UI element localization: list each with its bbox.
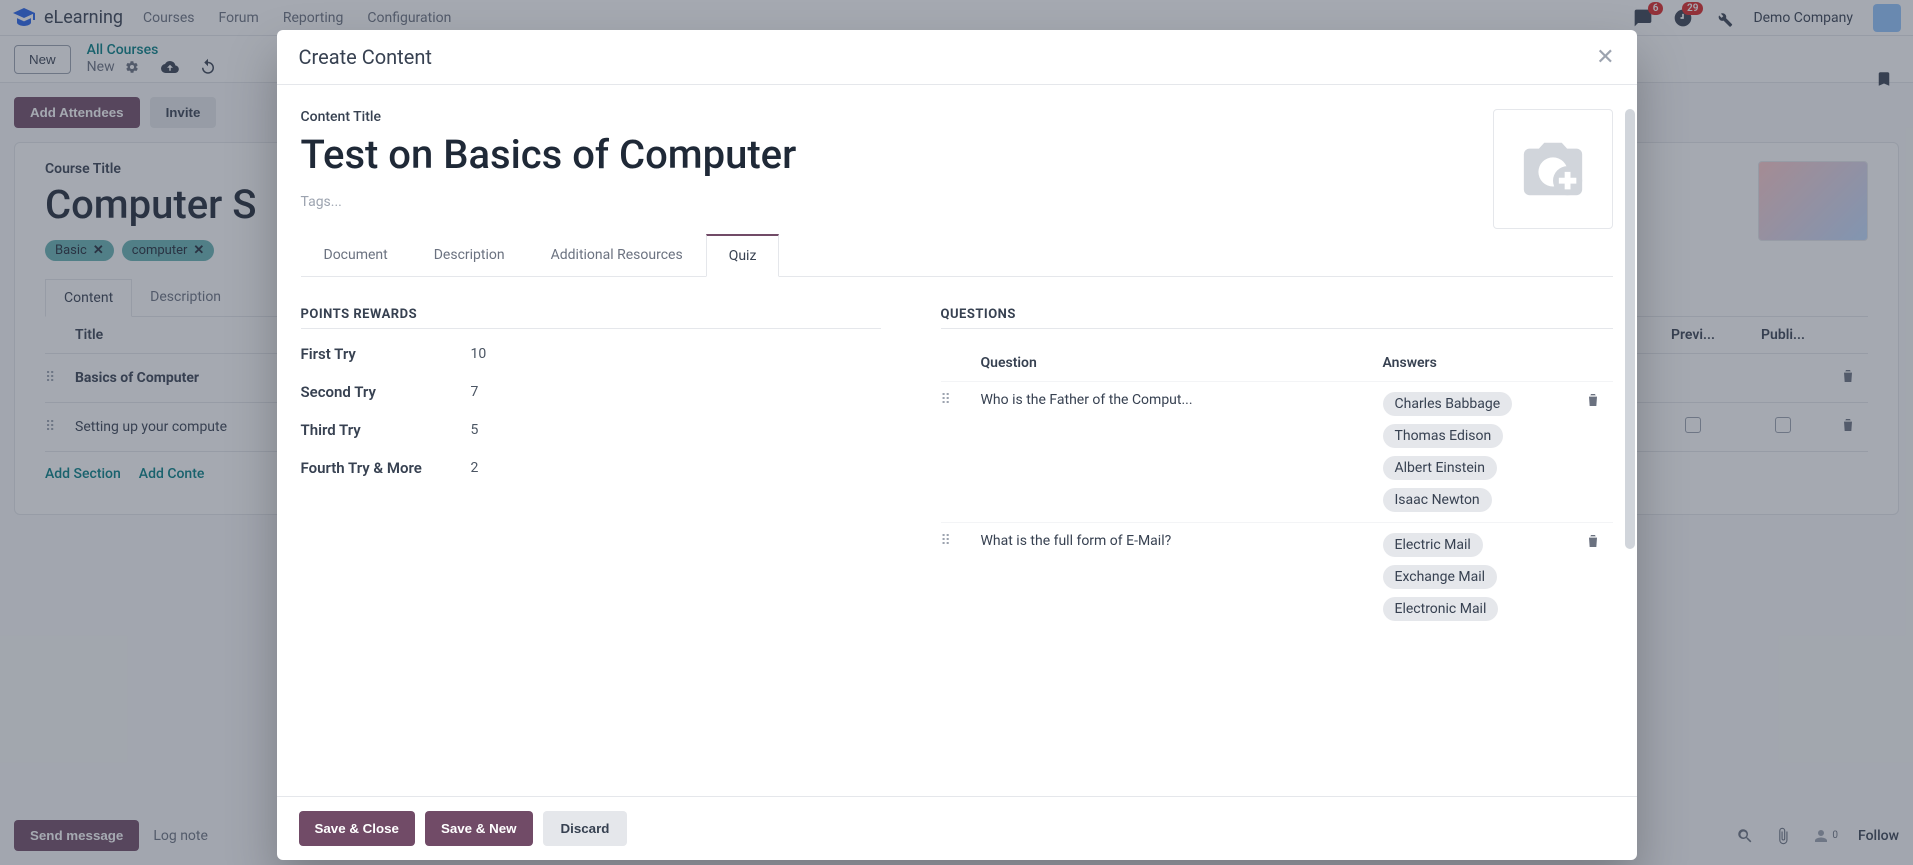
image-upload[interactable] bbox=[1493, 109, 1613, 229]
questions: QUESTIONS Question Answers ⠿ Who is the … bbox=[941, 307, 1613, 631]
fourth-try-input[interactable]: 2 bbox=[471, 460, 479, 476]
trash-icon[interactable] bbox=[1573, 392, 1613, 512]
answer-pill[interactable]: Isaac Newton bbox=[1383, 488, 1492, 512]
save-close-button[interactable]: Save & Close bbox=[299, 811, 415, 846]
answers-cell: Charles Babbage Thomas Edison Albert Ein… bbox=[1383, 392, 1573, 512]
scrollbar-thumb[interactable] bbox=[1625, 109, 1635, 549]
questions-header: Question Answers bbox=[941, 345, 1613, 381]
modal-tabs: Document Description Additional Resource… bbox=[301, 234, 1613, 277]
save-new-button[interactable]: Save & New bbox=[425, 811, 533, 846]
question-row[interactable]: ⠿ What is the full form of E-Mail? Elect… bbox=[941, 522, 1613, 631]
points-rewards: POINTS REWARDS First Try 10 Second Try 7… bbox=[301, 307, 881, 631]
modal-header: Create Content ✕ bbox=[277, 30, 1637, 85]
col-answers: Answers bbox=[1383, 355, 1573, 371]
answer-pill[interactable]: Charles Babbage bbox=[1383, 392, 1513, 416]
tab-description[interactable]: Description bbox=[411, 234, 528, 276]
questions-section-title: QUESTIONS bbox=[941, 307, 1613, 329]
drag-handle-icon[interactable]: ⠿ bbox=[941, 533, 981, 621]
discard-button[interactable]: Discard bbox=[543, 811, 628, 846]
point-row-first: First Try 10 bbox=[301, 345, 881, 363]
tags-input[interactable]: Tags... bbox=[301, 194, 1613, 210]
modal-title: Create Content bbox=[299, 45, 432, 69]
answer-pill[interactable]: Thomas Edison bbox=[1383, 424, 1504, 448]
tab-quiz[interactable]: Quiz bbox=[706, 234, 780, 277]
drag-handle-icon[interactable]: ⠿ bbox=[941, 392, 981, 512]
answer-pill[interactable]: Electric Mail bbox=[1383, 533, 1483, 557]
tab-additional-resources[interactable]: Additional Resources bbox=[528, 234, 706, 276]
camera-plus-icon bbox=[1518, 134, 1588, 204]
point-row-fourth: Fourth Try & More 2 bbox=[301, 459, 881, 477]
content-title-label: Content Title bbox=[301, 109, 1613, 125]
answer-pill[interactable]: Electronic Mail bbox=[1383, 597, 1499, 621]
answers-cell: Electric Mail Exchange Mail Electronic M… bbox=[1383, 533, 1573, 621]
point-row-second: Second Try 7 bbox=[301, 383, 881, 401]
close-icon[interactable]: ✕ bbox=[1596, 44, 1614, 70]
first-try-input[interactable]: 10 bbox=[471, 346, 487, 362]
answer-pill[interactable]: Exchange Mail bbox=[1383, 565, 1498, 589]
third-try-input[interactable]: 5 bbox=[471, 422, 479, 438]
tab-document[interactable]: Document bbox=[301, 234, 411, 276]
create-content-modal: Create Content ✕ Content Title Test on B… bbox=[277, 30, 1637, 860]
points-section-title: POINTS REWARDS bbox=[301, 307, 881, 329]
content-title-input[interactable]: Test on Basics of Computer bbox=[301, 131, 1613, 178]
trash-icon[interactable] bbox=[1573, 533, 1613, 621]
question-text: Who is the Father of the Comput... bbox=[981, 392, 1383, 512]
modal-footer: Save & Close Save & New Discard bbox=[277, 796, 1637, 860]
point-row-third: Third Try 5 bbox=[301, 421, 881, 439]
second-try-input[interactable]: 7 bbox=[471, 384, 479, 400]
answer-pill[interactable]: Albert Einstein bbox=[1383, 456, 1497, 480]
question-text: What is the full form of E-Mail? bbox=[981, 533, 1383, 621]
col-question: Question bbox=[981, 355, 1383, 371]
quiz-content: POINTS REWARDS First Try 10 Second Try 7… bbox=[301, 307, 1613, 631]
modal-body: Content Title Test on Basics of Computer… bbox=[277, 85, 1637, 796]
question-row[interactable]: ⠿ Who is the Father of the Comput... Cha… bbox=[941, 381, 1613, 522]
